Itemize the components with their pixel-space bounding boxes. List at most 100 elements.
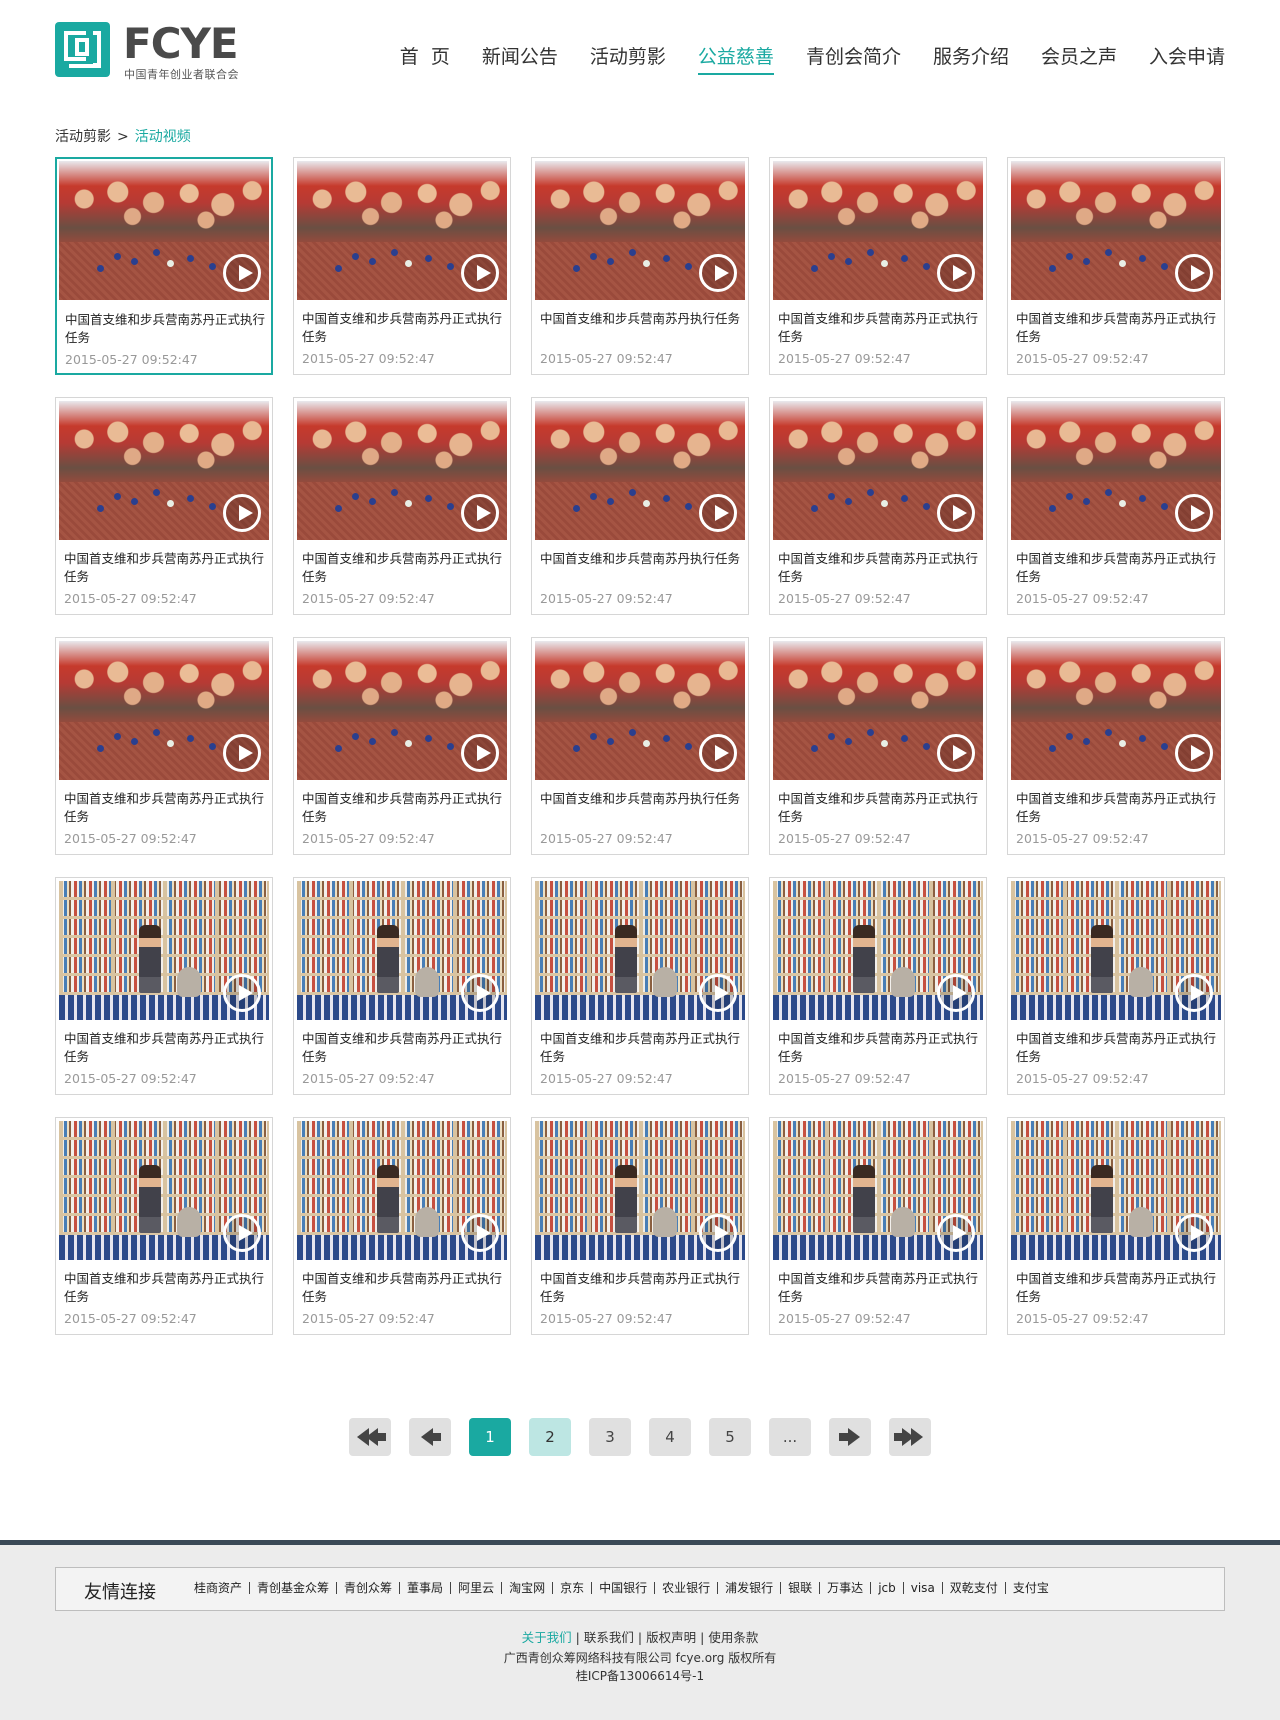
video-thumbnail[interactable] <box>1011 881 1221 1020</box>
play-icon[interactable] <box>223 494 261 532</box>
video-title[interactable]: 中国首支维和步兵营南苏丹正式执行任务 <box>302 1270 502 1306</box>
video-thumbnail[interactable] <box>1011 641 1221 780</box>
friend-link[interactable]: 农业银行 <box>654 1582 717 1594</box>
friend-link[interactable]: 青创众筹 <box>336 1582 399 1594</box>
page-5[interactable]: 5 <box>709 1418 751 1456</box>
video-title[interactable]: 中国首支维和步兵营南苏丹正式执行任务 <box>778 790 978 826</box>
video-card[interactable]: 中国首支维和步兵营南苏丹执行任务 2015-05-27 09:52:47 <box>531 397 749 615</box>
nav-news[interactable]: 新闻公告 <box>482 42 558 75</box>
friend-link[interactable]: 阿里云 <box>450 1582 501 1594</box>
video-title[interactable]: 中国首支维和步兵营南苏丹正式执行任务 <box>540 1030 740 1066</box>
page-3[interactable]: 3 <box>589 1418 631 1456</box>
video-title[interactable]: 中国首支维和步兵营南苏丹正式执行任务 <box>778 310 978 346</box>
play-icon[interactable] <box>461 254 499 292</box>
page-2[interactable]: 2 <box>529 1418 571 1456</box>
play-icon[interactable] <box>937 974 975 1012</box>
video-title[interactable]: 中国首支维和步兵营南苏丹正式执行任务 <box>64 790 264 826</box>
video-thumbnail[interactable] <box>773 401 983 540</box>
video-card[interactable]: 中国首支维和步兵营南苏丹正式执行任务 2015-05-27 09:52:47 <box>769 397 987 615</box>
nav-member-voice[interactable]: 会员之声 <box>1041 42 1117 75</box>
video-card[interactable]: 中国首支维和步兵营南苏丹正式执行任务 2015-05-27 09:52:47 <box>293 397 511 615</box>
video-thumbnail[interactable] <box>297 1121 507 1260</box>
last-page-button[interactable] <box>889 1418 931 1456</box>
play-icon[interactable] <box>223 974 261 1012</box>
video-thumbnail[interactable] <box>297 641 507 780</box>
video-title[interactable]: 中国首支维和步兵营南苏丹正式执行任务 <box>1016 550 1216 586</box>
video-card[interactable]: 中国首支维和步兵营南苏丹正式执行任务 2015-05-27 09:52:47 <box>293 637 511 855</box>
video-thumbnail[interactable] <box>59 1121 269 1260</box>
video-title[interactable]: 中国首支维和步兵营南苏丹执行任务 <box>540 550 740 568</box>
video-card[interactable]: 中国首支维和步兵营南苏丹正式执行任务 2015-05-27 09:52:47 <box>1007 397 1225 615</box>
video-title[interactable]: 中国首支维和步兵营南苏丹正式执行任务 <box>778 550 978 586</box>
video-thumbnail[interactable] <box>773 641 983 780</box>
video-thumbnail[interactable] <box>1011 161 1221 300</box>
friend-link[interactable]: 青创基金众筹 <box>249 1582 336 1594</box>
play-icon[interactable] <box>461 734 499 772</box>
play-icon[interactable] <box>461 974 499 1012</box>
play-icon[interactable] <box>1175 494 1213 532</box>
video-thumbnail[interactable] <box>535 1121 745 1260</box>
video-title[interactable]: 中国首支维和步兵营南苏丹执行任务 <box>540 310 740 328</box>
video-card[interactable]: 中国首支维和步兵营南苏丹正式执行任务 2015-05-27 09:52:47 <box>55 397 273 615</box>
video-thumbnail[interactable] <box>535 401 745 540</box>
friend-link[interactable]: 桂商资产 <box>194 1582 249 1594</box>
video-card[interactable]: 中国首支维和步兵营南苏丹正式执行任务 2015-05-27 09:52:47 <box>55 637 273 855</box>
play-icon[interactable] <box>223 254 261 292</box>
next-page-button[interactable] <box>829 1418 871 1456</box>
play-icon[interactable] <box>1175 734 1213 772</box>
video-thumbnail[interactable] <box>59 401 269 540</box>
play-icon[interactable] <box>1175 974 1213 1012</box>
play-icon[interactable] <box>1175 1214 1213 1252</box>
video-thumbnail[interactable] <box>535 161 745 300</box>
video-card[interactable]: 中国首支维和步兵营南苏丹正式执行任务 2015-05-27 09:52:47 <box>769 877 987 1095</box>
nav-events[interactable]: 活动剪影 <box>590 42 666 75</box>
video-card[interactable]: 中国首支维和步兵营南苏丹正式执行任务 2015-05-27 09:52:47 <box>1007 1117 1225 1335</box>
video-card[interactable]: 中国首支维和步兵营南苏丹正式执行任务 2015-05-27 09:52:47 <box>1007 877 1225 1095</box>
friend-link[interactable]: 浦发银行 <box>717 1582 780 1594</box>
video-thumbnail[interactable] <box>59 161 269 300</box>
footer-contact-link[interactable]: 联系我们 <box>584 1630 634 1645</box>
video-title[interactable]: 中国首支维和步兵营南苏丹正式执行任务 <box>1016 1030 1216 1066</box>
video-thumbnail[interactable] <box>297 161 507 300</box>
nav-about[interactable]: 青创会简介 <box>806 42 901 75</box>
play-icon[interactable] <box>937 494 975 532</box>
nav-join[interactable]: 入会申请 <box>1149 42 1225 75</box>
nav-charity[interactable]: 公益慈善 <box>697 42 774 75</box>
friend-link[interactable]: 万事达 <box>819 1582 870 1594</box>
play-icon[interactable] <box>1175 254 1213 292</box>
breadcrumb-current[interactable]: 活动视频 <box>135 129 191 145</box>
video-thumbnail[interactable] <box>773 881 983 1020</box>
friend-link[interactable]: 淘宝网 <box>501 1582 552 1594</box>
video-card[interactable]: 中国首支维和步兵营南苏丹执行任务 2015-05-27 09:52:47 <box>531 157 749 375</box>
video-title[interactable]: 中国首支维和步兵营南苏丹正式执行任务 <box>540 1270 740 1306</box>
video-title[interactable]: 中国首支维和步兵营南苏丹正式执行任务 <box>64 1030 264 1066</box>
friend-link[interactable]: 中国银行 <box>591 1582 654 1594</box>
video-card[interactable]: 中国首支维和步兵营南苏丹正式执行任务 2015-05-27 09:52:47 <box>769 637 987 855</box>
video-thumbnail[interactable] <box>773 1121 983 1260</box>
video-card[interactable]: 中国首支维和步兵营南苏丹正式执行任务 2015-05-27 09:52:47 <box>293 877 511 1095</box>
video-thumbnail[interactable] <box>297 401 507 540</box>
video-card[interactable]: 中国首支维和步兵营南苏丹正式执行任务 2015-05-27 09:52:47 <box>769 157 987 375</box>
friend-link[interactable]: jcb <box>870 1582 903 1594</box>
play-icon[interactable] <box>461 494 499 532</box>
page-1[interactable]: 1 <box>469 1418 511 1456</box>
play-icon[interactable] <box>699 254 737 292</box>
play-icon[interactable] <box>937 254 975 292</box>
video-thumbnail[interactable] <box>535 641 745 780</box>
friend-link[interactable]: 支付宝 <box>1004 1582 1056 1594</box>
play-icon[interactable] <box>937 1214 975 1252</box>
video-card[interactable]: 中国首支维和步兵营南苏丹正式执行任务 2015-05-27 09:52:47 <box>1007 157 1225 375</box>
prev-page-button[interactable] <box>409 1418 451 1456</box>
video-card[interactable]: 中国首支维和步兵营南苏丹执行任务 2015-05-27 09:52:47 <box>531 637 749 855</box>
play-icon[interactable] <box>223 1214 261 1252</box>
play-icon[interactable] <box>699 1214 737 1252</box>
video-title[interactable]: 中国首支维和步兵营南苏丹正式执行任务 <box>64 550 264 586</box>
play-icon[interactable] <box>223 734 261 772</box>
video-thumbnail[interactable] <box>1011 1121 1221 1260</box>
video-title[interactable]: 中国首支维和步兵营南苏丹正式执行任务 <box>302 550 502 586</box>
site-logo[interactable]: FCYE 中国青年创业者联合会 <box>55 22 245 81</box>
video-title[interactable]: 中国首支维和步兵营南苏丹正式执行任务 <box>302 790 502 826</box>
video-title[interactable]: 中国首支维和步兵营南苏丹正式执行任务 <box>778 1270 978 1306</box>
video-card[interactable]: 中国首支维和步兵营南苏丹正式执行任务 2015-05-27 09:52:47 <box>531 877 749 1095</box>
page-ellipsis[interactable]: ... <box>769 1418 811 1456</box>
